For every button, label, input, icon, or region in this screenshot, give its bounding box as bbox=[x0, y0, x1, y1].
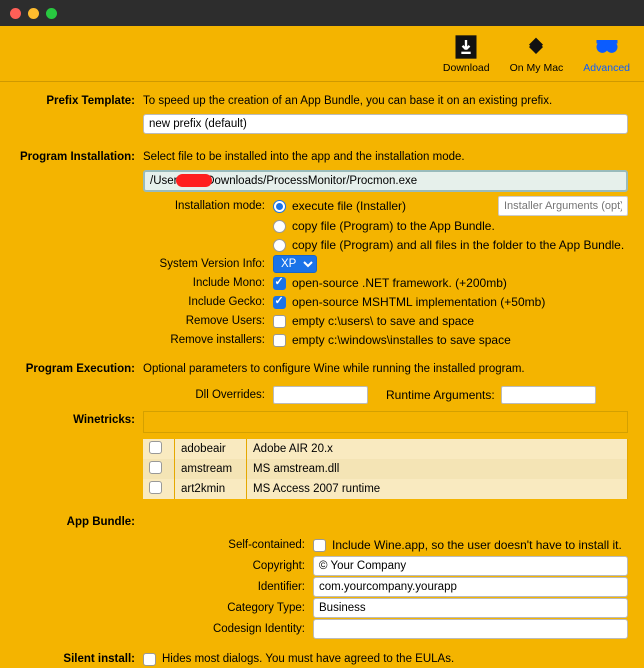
silent-install-text: Hides most dialogs. You must have agreed… bbox=[162, 653, 454, 665]
winetricks-item-name: adobeair bbox=[175, 439, 247, 459]
close-window-button[interactable] bbox=[10, 8, 21, 19]
zoom-window-button[interactable] bbox=[46, 8, 57, 19]
onmymac-icon bbox=[522, 33, 550, 61]
program-execution-desc: Optional parameters to configure Wine wh… bbox=[143, 360, 628, 378]
program-execution-label: Program Execution: bbox=[16, 360, 143, 378]
include-mono-checkbox[interactable] bbox=[273, 277, 286, 290]
tab-onmymac[interactable]: On My Mac bbox=[510, 33, 564, 74]
advanced-icon bbox=[593, 33, 621, 61]
remove-users-text: empty c:\users\ to save and space bbox=[292, 314, 474, 328]
copyright-input[interactable] bbox=[313, 556, 628, 576]
remove-users-checkbox[interactable] bbox=[273, 315, 286, 328]
runtime-arguments-label: Runtime Arguments: bbox=[386, 388, 495, 402]
tab-download-label: Download bbox=[443, 62, 490, 74]
identifier-input[interactable] bbox=[313, 577, 628, 597]
remove-installers-checkbox[interactable] bbox=[273, 334, 286, 347]
prefix-template-desc: To speed up the creation of an App Bundl… bbox=[143, 92, 628, 110]
system-version-label: System Version Info: bbox=[16, 255, 273, 273]
dll-overrides-input[interactable] bbox=[273, 386, 368, 404]
silent-install-checkbox[interactable] bbox=[143, 653, 156, 666]
system-version-select[interactable]: XP bbox=[273, 255, 317, 273]
remove-installers-text: empty c:\windows\installes to save space bbox=[292, 333, 511, 347]
tab-advanced[interactable]: Advanced bbox=[583, 33, 630, 74]
tab-advanced-label: Advanced bbox=[583, 62, 630, 74]
program-path-input[interactable] bbox=[143, 170, 628, 192]
content-panel: Prefix Template: To speed up the creatio… bbox=[0, 82, 644, 668]
winetricks-item-name: art2kmin bbox=[175, 479, 247, 499]
winetricks-item-desc: MS amstream.dll bbox=[247, 459, 628, 479]
mode-copyall-text: copy file (Program) and all files in the… bbox=[292, 238, 624, 252]
runtime-arguments-input[interactable] bbox=[501, 386, 596, 404]
minimize-window-button[interactable] bbox=[28, 8, 39, 19]
codesign-identity-input[interactable] bbox=[313, 619, 628, 639]
winetricks-row[interactable]: amstreamMS amstream.dll bbox=[143, 459, 628, 479]
dll-overrides-label: Dll Overrides: bbox=[16, 386, 273, 404]
toolbar: Download On My Mac Advanced bbox=[0, 26, 644, 82]
winetricks-item-checkbox[interactable] bbox=[149, 481, 162, 494]
download-icon bbox=[452, 33, 480, 61]
copyright-label: Copyright: bbox=[16, 556, 313, 576]
program-installation-label: Program Installation: bbox=[16, 148, 143, 166]
mode-copyall-radio[interactable] bbox=[273, 239, 286, 252]
self-contained-label: Self-contained: bbox=[16, 535, 313, 555]
include-mono-label: Include Mono: bbox=[16, 274, 273, 292]
mode-execute-radio[interactable] bbox=[273, 200, 286, 213]
include-gecko-checkbox[interactable] bbox=[273, 296, 286, 309]
installation-mode-label: Installation mode: bbox=[16, 197, 273, 215]
self-contained-text: Include Wine.app, so the user doesn't ha… bbox=[332, 538, 622, 552]
winetricks-label: Winetricks: bbox=[16, 411, 143, 429]
tab-download[interactable]: Download bbox=[443, 33, 490, 74]
codesign-identity-label: Codesign Identity: bbox=[16, 619, 313, 639]
prefix-template-label: Prefix Template: bbox=[16, 92, 143, 110]
winetricks-row[interactable]: adobeairAdobe AIR 20.x bbox=[143, 439, 628, 459]
winetricks-item-desc: Adobe AIR 20.x bbox=[247, 439, 628, 459]
installer-arguments-input[interactable] bbox=[498, 196, 628, 216]
winetricks-item-desc: MS Access 2007 runtime bbox=[247, 479, 628, 499]
window-titlebar bbox=[0, 0, 644, 26]
self-contained-checkbox[interactable] bbox=[313, 539, 326, 552]
category-type-label: Category Type: bbox=[16, 598, 313, 618]
prefix-template-input[interactable] bbox=[143, 114, 628, 134]
winetricks-item-name: amstream bbox=[175, 459, 247, 479]
winetricks-table: adobeairAdobe AIR 20.xamstreamMS amstrea… bbox=[143, 439, 628, 499]
winetricks-row[interactable]: art2kminMS Access 2007 runtime bbox=[143, 479, 628, 499]
winetricks-filter[interactable] bbox=[143, 411, 628, 433]
app-bundle-label: App Bundle: bbox=[16, 513, 143, 531]
winetricks-item-checkbox[interactable] bbox=[149, 441, 162, 454]
mode-copy-radio[interactable] bbox=[273, 220, 286, 233]
identifier-label: Identifier: bbox=[16, 577, 313, 597]
include-gecko-label: Include Gecko: bbox=[16, 293, 273, 311]
winetricks-item-checkbox[interactable] bbox=[149, 461, 162, 474]
include-gecko-text: open-source MSHTML implementation (+50mb… bbox=[292, 295, 545, 309]
remove-users-label: Remove Users: bbox=[16, 312, 273, 330]
include-mono-text: open-source .NET framework. (+200mb) bbox=[292, 276, 507, 290]
mode-copy-text: copy file (Program) to the App Bundle. bbox=[292, 219, 495, 233]
program-installation-desc: Select file to be installed into the app… bbox=[143, 148, 628, 166]
tab-onmymac-label: On My Mac bbox=[510, 62, 564, 74]
mode-execute-text: execute file (Installer) bbox=[292, 199, 406, 213]
silent-install-label: Silent install: bbox=[16, 650, 143, 668]
category-type-input[interactable] bbox=[313, 598, 628, 618]
remove-installers-label: Remove installers: bbox=[16, 331, 273, 349]
